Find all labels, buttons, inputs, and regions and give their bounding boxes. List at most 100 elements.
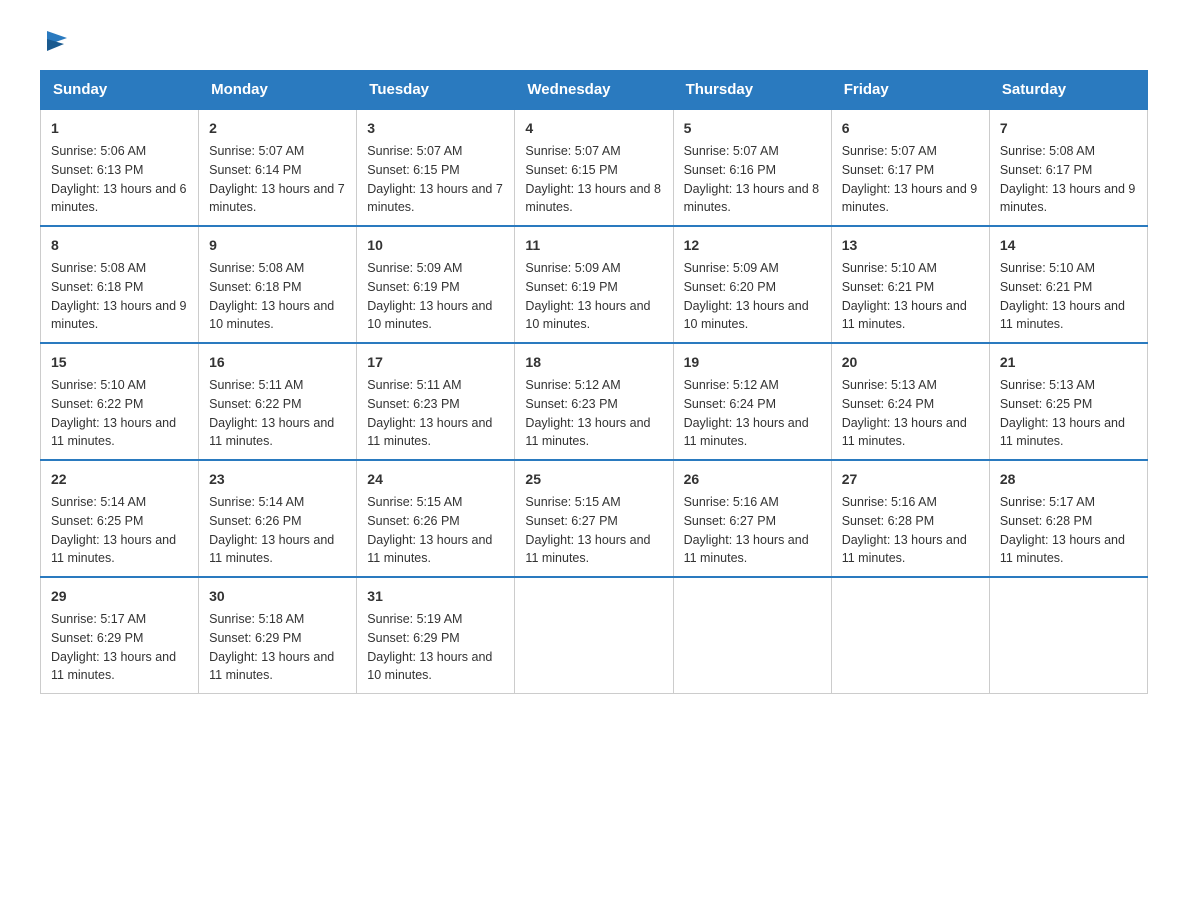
calendar-cell: 10Sunrise: 5:09 AMSunset: 6:19 PMDayligh… xyxy=(357,226,515,343)
daylight-text: Daylight: 13 hours and 11 minutes. xyxy=(51,650,176,683)
daylight-text: Daylight: 13 hours and 11 minutes. xyxy=(525,533,650,566)
sunrise-text: Sunrise: 5:07 AM xyxy=(209,144,304,158)
sunset-text: Sunset: 6:15 PM xyxy=(367,163,459,177)
sunset-text: Sunset: 6:28 PM xyxy=(1000,514,1092,528)
day-number: 12 xyxy=(684,235,821,256)
day-number: 29 xyxy=(51,586,188,607)
daylight-text: Daylight: 13 hours and 11 minutes. xyxy=(1000,299,1125,332)
calendar-week-5: 29 Sunrise: 5:17 AM Sunset: 6:29 PM Dayligh… xyxy=(41,577,1148,694)
sunset-text: Sunset: 6:24 PM xyxy=(684,397,776,411)
sunrise-text: Sunrise: 5:11 AM xyxy=(209,378,303,392)
daylight-text: Daylight: 13 hours and 9 minutes. xyxy=(51,299,187,332)
sunrise-text: Sunrise: 5:10 AM xyxy=(51,378,146,392)
calendar-cell: 17Sunrise: 5:11 AMSunset: 6:23 PMDayligh… xyxy=(357,343,515,460)
daylight-text: Daylight: 13 hours and 11 minutes. xyxy=(684,533,809,566)
sunset-text: Sunset: 6:28 PM xyxy=(842,514,934,528)
calendar-cell: 27Sunrise: 5:16 AMSunset: 6:28 PMDayligh… xyxy=(831,460,989,577)
logo xyxy=(40,30,72,50)
day-number: 30 xyxy=(209,586,346,607)
daylight-text: Daylight: 13 hours and 11 minutes. xyxy=(1000,416,1125,449)
sunrise-text: Sunrise: 5:19 AM xyxy=(367,612,462,626)
day-number: 13 xyxy=(842,235,979,256)
daylight-text: Daylight: 13 hours and 8 minutes. xyxy=(684,182,820,215)
daylight-text: Daylight: 13 hours and 8 minutes. xyxy=(525,182,661,215)
daylight-text: Daylight: 13 hours and 11 minutes. xyxy=(51,533,176,566)
sunrise-text: Sunrise: 5:09 AM xyxy=(367,261,462,275)
calendar-cell: 23Sunrise: 5:14 AMSunset: 6:26 PMDayligh… xyxy=(199,460,357,577)
calendar-cell: 26Sunrise: 5:16 AMSunset: 6:27 PMDayligh… xyxy=(673,460,831,577)
day-number: 8 xyxy=(51,235,188,256)
day-number: 11 xyxy=(525,235,662,256)
daylight-text: Daylight: 13 hours and 11 minutes. xyxy=(842,416,967,449)
sunset-text: Sunset: 6:19 PM xyxy=(525,280,617,294)
sunset-text: Sunset: 6:16 PM xyxy=(684,163,776,177)
sunrise-text: Sunrise: 5:09 AM xyxy=(684,261,779,275)
day-number: 19 xyxy=(684,352,821,373)
sunrise-text: Sunrise: 5:16 AM xyxy=(842,495,937,509)
day-number: 20 xyxy=(842,352,979,373)
sunrise-text: Sunrise: 5:17 AM xyxy=(51,612,146,626)
calendar-cell xyxy=(989,577,1147,694)
sunset-text: Sunset: 6:26 PM xyxy=(209,514,301,528)
day-number: 24 xyxy=(367,469,504,490)
daylight-text: Daylight: 13 hours and 9 minutes. xyxy=(1000,182,1136,215)
sunset-text: Sunset: 6:18 PM xyxy=(209,280,301,294)
daylight-text: Daylight: 13 hours and 11 minutes. xyxy=(209,416,334,449)
calendar-week-1: 1 Sunrise: 5:06 AM Sunset: 6:13 PM Daylight… xyxy=(41,109,1148,226)
day-number: 27 xyxy=(842,469,979,490)
calendar-cell: 16Sunrise: 5:11 AMSunset: 6:22 PMDayligh… xyxy=(199,343,357,460)
sunrise-text: Sunrise: 5:12 AM xyxy=(684,378,779,392)
calendar-header: SundayMondayTuesdayWednesdayThursdayFrid… xyxy=(41,71,1148,110)
sunset-text: Sunset: 6:18 PM xyxy=(51,280,143,294)
day-number: 25 xyxy=(525,469,662,490)
sunset-text: Sunset: 6:27 PM xyxy=(525,514,617,528)
sunset-text: Sunset: 6:21 PM xyxy=(842,280,934,294)
calendar-table: SundayMondayTuesdayWednesdayThursdayFrid… xyxy=(40,70,1148,694)
day-number: 9 xyxy=(209,235,346,256)
sunrise-text: Sunrise: 5:10 AM xyxy=(842,261,937,275)
sunrise-text: Sunrise: 5:11 AM xyxy=(367,378,461,392)
day-number: 31 xyxy=(367,586,504,607)
sunrise-text: Sunrise: 5:16 AM xyxy=(684,495,779,509)
calendar-cell: 25Sunrise: 5:15 AMSunset: 6:27 PMDayligh… xyxy=(515,460,673,577)
sunrise-text: Sunrise: 5:13 AM xyxy=(842,378,937,392)
day-number: 10 xyxy=(367,235,504,256)
daylight-text: Daylight: 13 hours and 11 minutes. xyxy=(1000,533,1125,566)
sunrise-text: Sunrise: 5:07 AM xyxy=(684,144,779,158)
calendar-cell xyxy=(831,577,989,694)
daylight-text: Daylight: 13 hours and 10 minutes. xyxy=(684,299,809,332)
sunset-text: Sunset: 6:22 PM xyxy=(209,397,301,411)
sunset-text: Sunset: 6:17 PM xyxy=(842,163,934,177)
sunrise-text: Sunrise: 5:18 AM xyxy=(209,612,304,626)
column-header-tuesday: Tuesday xyxy=(357,71,515,110)
calendar-cell: 18Sunrise: 5:12 AMSunset: 6:23 PMDayligh… xyxy=(515,343,673,460)
sunrise-text: Sunrise: 5:07 AM xyxy=(367,144,462,158)
sunrise-text: Sunrise: 5:06 AM xyxy=(51,144,146,158)
daylight-text: Daylight: 13 hours and 6 minutes. xyxy=(51,182,187,215)
calendar-cell: 5Sunrise: 5:07 AMSunset: 6:16 PMDaylight… xyxy=(673,109,831,226)
calendar-cell: 28Sunrise: 5:17 AMSunset: 6:28 PMDayligh… xyxy=(989,460,1147,577)
sunset-text: Sunset: 6:29 PM xyxy=(367,631,459,645)
sunrise-text: Sunrise: 5:08 AM xyxy=(1000,144,1095,158)
sunset-text: Sunset: 6:13 PM xyxy=(51,163,143,177)
daylight-text: Daylight: 13 hours and 9 minutes. xyxy=(842,182,978,215)
sunrise-text: Sunrise: 5:08 AM xyxy=(51,261,146,275)
calendar-cell xyxy=(515,577,673,694)
calendar-cell: 4Sunrise: 5:07 AMSunset: 6:15 PMDaylight… xyxy=(515,109,673,226)
column-header-monday: Monday xyxy=(199,71,357,110)
daylight-text: Daylight: 13 hours and 7 minutes. xyxy=(209,182,345,215)
sunrise-text: Sunrise: 5:14 AM xyxy=(51,495,146,509)
daylight-text: Daylight: 13 hours and 10 minutes. xyxy=(209,299,334,332)
sunset-text: Sunset: 6:23 PM xyxy=(525,397,617,411)
calendar-cell: 31Sunrise: 5:19 AMSunset: 6:29 PMDayligh… xyxy=(357,577,515,694)
calendar-cell: 6Sunrise: 5:07 AMSunset: 6:17 PMDaylight… xyxy=(831,109,989,226)
daylight-text: Daylight: 13 hours and 7 minutes. xyxy=(367,182,503,215)
page-header xyxy=(40,30,1148,50)
calendar-cell xyxy=(673,577,831,694)
calendar-cell: 2Sunrise: 5:07 AMSunset: 6:14 PMDaylight… xyxy=(199,109,357,226)
calendar-cell: 1 Sunrise: 5:06 AM Sunset: 6:13 PM Daylight… xyxy=(41,109,199,226)
day-number: 1 xyxy=(51,118,188,139)
day-number: 17 xyxy=(367,352,504,373)
sunrise-text: Sunrise: 5:17 AM xyxy=(1000,495,1095,509)
sunrise-text: Sunrise: 5:13 AM xyxy=(1000,378,1095,392)
